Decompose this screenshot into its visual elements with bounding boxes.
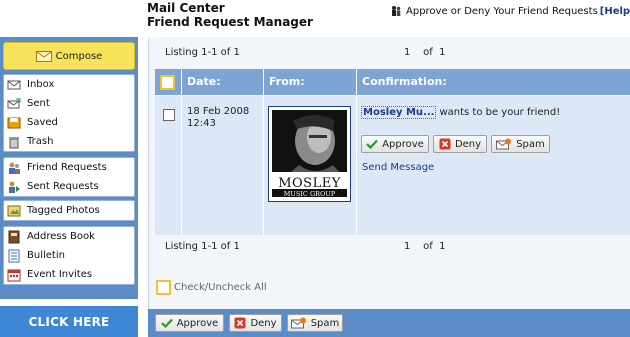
- deny-x-icon: [439, 138, 451, 150]
- spam-button[interactable]: Spam: [491, 135, 550, 153]
- confirmation-text: Mosley Mu... wants to be your friend!: [361, 106, 560, 119]
- pager-total: 1: [439, 241, 446, 252]
- photo-brand-text: MOSLEY: [278, 176, 341, 191]
- photos-nav: Tagged Photos: [3, 200, 135, 221]
- footer-approve-label: Approve: [176, 317, 219, 329]
- sidebar-item-saved[interactable]: Saved: [4, 113, 134, 132]
- compose-label: Compose: [55, 50, 103, 62]
- sidebar-item-tagged-photos[interactable]: Tagged Photos: [4, 201, 134, 220]
- page-title: Mail Center: [147, 1, 225, 15]
- sidebar-item-label: Event Invites: [27, 269, 93, 280]
- header-right-text: Approve or Deny Your Friend Requests: [406, 5, 598, 17]
- friend-requests-icon: [9, 162, 20, 174]
- sidebar-item-label: Inbox: [27, 79, 55, 90]
- column-header-from: From:: [269, 75, 305, 88]
- bulletin-icon: [8, 249, 20, 262]
- pager-current: 1: [404, 241, 411, 252]
- address-book-icon: [8, 230, 20, 243]
- column-divider: [263, 69, 264, 236]
- footer-spam-label: Spam: [310, 317, 340, 329]
- sidebar-item-friend-requests[interactable]: Friend Requests: [4, 158, 134, 177]
- send-message-link[interactable]: Send Message: [362, 162, 434, 173]
- pager-top: 1 of 1: [404, 47, 445, 58]
- page-subtitle: Friend Request Manager: [147, 15, 313, 29]
- checkmark-icon: [160, 318, 173, 328]
- sidebar-item-event-invites[interactable]: Event Invites: [4, 265, 134, 284]
- sidebar-item-label: Address Book: [27, 231, 95, 242]
- checkmark-icon: [366, 139, 378, 149]
- pager-current: 1: [404, 47, 411, 58]
- spam-label: Spam: [516, 138, 545, 150]
- sender-name-link[interactable]: Mosley Mu...: [361, 106, 437, 119]
- header-info: Approve or Deny Your Friend Requests [He…: [390, 5, 630, 17]
- request-message: wants to be your friend!: [439, 107, 561, 118]
- tools-nav: Address Book Bulletin Event Invites: [3, 226, 135, 285]
- sidebar-item-sent[interactable]: Sent: [4, 94, 134, 113]
- sidebar-item-label: Sent: [27, 98, 50, 109]
- photo-brand-subtext: MUSIC GROUP: [284, 190, 336, 198]
- saved-icon: [7, 117, 21, 128]
- listing-count-top: Listing 1-1 of 1: [165, 47, 240, 58]
- deny-label: Deny: [454, 138, 482, 150]
- sidebar-item-bulletin[interactable]: Bulletin: [4, 246, 134, 265]
- deny-x-icon: [234, 317, 246, 329]
- click-here-banner[interactable]: CLICK HERE: [0, 306, 138, 337]
- pager-bottom: 1 of 1: [404, 241, 445, 252]
- spam-icon: [290, 317, 306, 329]
- sent-icon: [7, 97, 21, 108]
- check-all-checkbox[interactable]: [156, 280, 171, 295]
- trash-icon: [9, 136, 19, 148]
- footer-deny-button[interactable]: Deny: [229, 314, 282, 332]
- sidebar-item-trash[interactable]: Trash: [4, 132, 134, 151]
- footer-approve-button[interactable]: Approve: [155, 314, 224, 332]
- column-header-date: Date:: [187, 75, 221, 88]
- row-date-time: 12:43: [187, 118, 216, 129]
- sidebar-item-label: Sent Requests: [27, 181, 99, 192]
- footer-deny-label: Deny: [250, 317, 277, 329]
- compose-button[interactable]: Compose: [3, 42, 135, 70]
- mail-folders-nav: Inbox Sent Saved Trash: [3, 74, 135, 152]
- pager-of: of: [423, 241, 433, 252]
- sidebar-item-label: Trash: [27, 136, 54, 147]
- help-link[interactable]: [Help: [600, 6, 630, 17]
- sidebar-item-inbox[interactable]: Inbox: [4, 75, 134, 94]
- people-icon: [392, 6, 401, 16]
- sidebar-item-sent-requests[interactable]: Sent Requests: [4, 177, 134, 196]
- listing-count-bottom: Listing 1-1 of 1: [165, 241, 240, 252]
- sidebar-item-label: Friend Requests: [27, 162, 107, 173]
- tagged-photos-icon: [7, 205, 21, 216]
- select-all-checkbox[interactable]: [160, 75, 175, 90]
- sidebar-item-address-book[interactable]: Address Book: [4, 227, 134, 246]
- sent-requests-icon: [9, 181, 20, 193]
- deny-button[interactable]: Deny: [433, 135, 487, 153]
- event-invites-icon: [7, 269, 21, 281]
- sidebar-item-label: Saved: [27, 117, 58, 128]
- column-divider: [356, 69, 357, 236]
- row-date-day: 18 Feb 2008: [187, 106, 250, 117]
- check-all-label[interactable]: Check/Uncheck All: [174, 282, 267, 293]
- footer-spam-button[interactable]: Spam: [287, 314, 343, 332]
- inbox-icon: [7, 80, 21, 89]
- requests-nav: Friend Requests Sent Requests: [3, 157, 135, 197]
- approve-button[interactable]: Approve: [361, 135, 429, 153]
- row-date: 18 Feb 2008 12:43: [187, 106, 249, 130]
- row-checkbox[interactable]: [163, 109, 175, 121]
- pager-total: 1: [439, 47, 446, 58]
- approve-label: Approve: [382, 138, 424, 150]
- compose-envelope-icon: [35, 50, 52, 62]
- pager-of: of: [423, 47, 433, 58]
- sidebar-item-label: Tagged Photos: [27, 205, 100, 216]
- spam-icon: [496, 138, 512, 150]
- column-divider: [181, 69, 182, 236]
- column-header-confirmation: Confirmation:: [362, 75, 447, 88]
- sidebar-item-label: Bulletin: [27, 250, 65, 261]
- sender-photo-image: MOSLEY MUSIC GROUP: [269, 107, 350, 201]
- sender-photo[interactable]: MOSLEY MUSIC GROUP: [268, 106, 351, 202]
